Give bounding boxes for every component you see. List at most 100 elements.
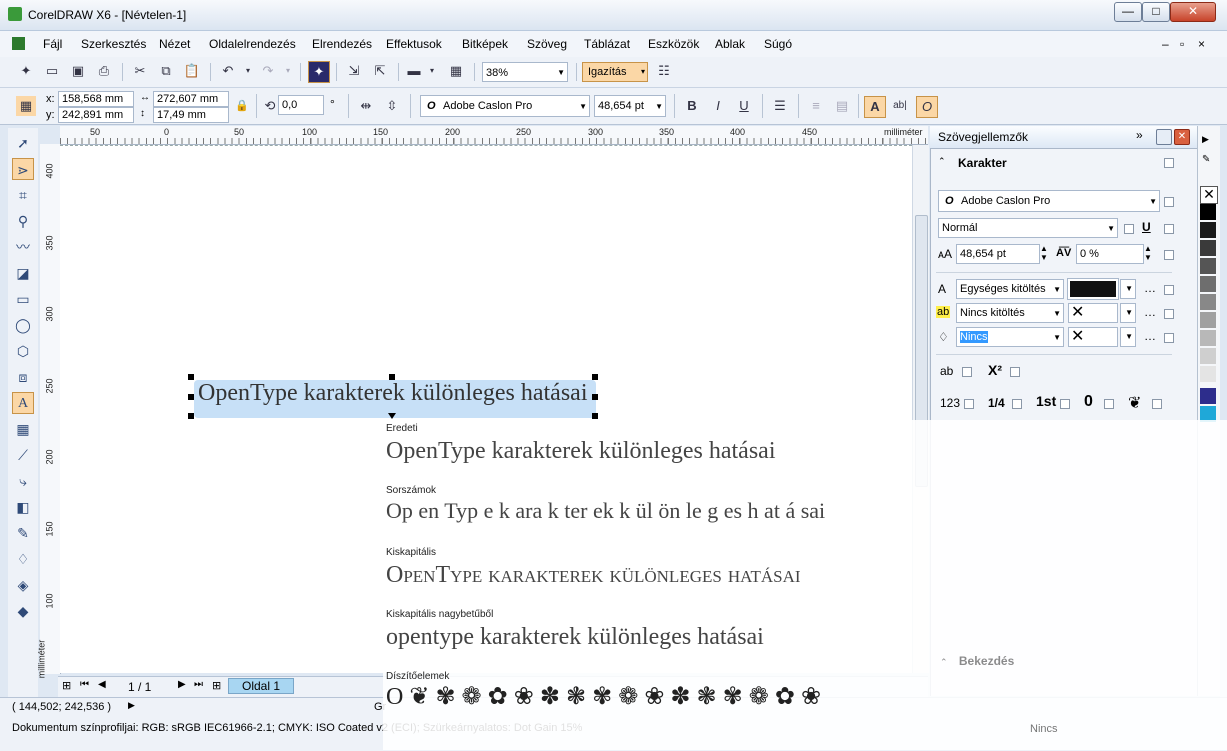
- smart-fill-icon[interactable]: ◪: [12, 262, 34, 284]
- coords-arrow-icon[interactable]: ▶: [128, 700, 135, 711]
- mirror-horizontal-icon[interactable]: ⇹: [356, 96, 376, 116]
- new-document-icon[interactable]: ✦: [16, 61, 36, 81]
- selection-handle[interactable]: [188, 394, 194, 400]
- spinner-icon[interactable]: ▲ ▼: [1144, 244, 1152, 262]
- eyedropper-tool-icon[interactable]: ✎: [12, 522, 34, 544]
- ellipse-tool-icon[interactable]: ◯: [12, 314, 34, 336]
- italic-icon[interactable]: I: [708, 96, 728, 116]
- application-launcher-icon[interactable]: ▬: [404, 61, 424, 81]
- last-page-icon[interactable]: ⏭: [194, 679, 203, 690]
- horizontal-ruler[interactable]: 50 0 50 100 150 200 250 300 350 400 450 …: [60, 126, 928, 145]
- edit-text-icon[interactable]: ab|: [890, 96, 910, 116]
- menu-text[interactable]: Szöveg: [527, 37, 567, 51]
- numeral-style-button[interactable]: 123: [940, 396, 960, 410]
- ornaments-button[interactable]: ❦: [1128, 393, 1141, 413]
- crop-tool-icon[interactable]: ⌗: [12, 184, 34, 206]
- preview-text[interactable]: OpenType karakterek különleges hatásai: [386, 562, 801, 589]
- fractions-button[interactable]: 1/4: [988, 396, 1005, 410]
- doc-close-icon[interactable]: ×: [1198, 37, 1205, 51]
- zoom-tool-icon[interactable]: ⚲: [12, 210, 34, 232]
- rotation-angle-field[interactable]: 0,0: [278, 95, 324, 115]
- selection-handle[interactable]: [389, 374, 395, 380]
- undo-icon[interactable]: ↶: [218, 61, 238, 81]
- connector-tool-icon[interactable]: ⤷: [12, 470, 34, 492]
- menu-help[interactable]: Súgó: [764, 37, 792, 51]
- slashed-zero-button[interactable]: 0: [1084, 393, 1093, 411]
- eyedropper-icon[interactable]: ✎: [1202, 154, 1210, 165]
- text-alignment-icon[interactable]: ☰: [770, 96, 790, 116]
- redo-dropdown-icon[interactable]: ▾: [278, 61, 298, 81]
- freehand-tool-icon[interactable]: 〰: [12, 236, 34, 258]
- first-page-icon[interactable]: ⏮: [80, 679, 89, 690]
- prev-page-icon[interactable]: ◀: [98, 679, 106, 690]
- paragraph-section-header[interactable]: ⌃ Bekezdés: [940, 654, 1014, 668]
- preview-text[interactable]: O ❦ ✾ ❁ ✿ ❀ ✽ ❃ ✾ ❁ ❀ ✽ ❃ ✾ ❁ ✿ ❀: [386, 682, 821, 711]
- menu-file[interactable]: Fájl: [43, 37, 62, 51]
- print-icon[interactable]: ⎙: [94, 61, 114, 81]
- color-swatch[interactable]: [1200, 294, 1216, 310]
- menu-effects[interactable]: Effektusok: [386, 37, 442, 51]
- options-icon[interactable]: ☷: [654, 61, 674, 81]
- selection-handle[interactable]: [592, 374, 598, 380]
- interactive-fill-icon[interactable]: ◆: [12, 600, 34, 622]
- search-content-icon[interactable]: ✦: [308, 61, 330, 83]
- blend-tool-icon[interactable]: ◧: [12, 496, 34, 518]
- selection-handle[interactable]: [592, 394, 598, 400]
- section-expand-icon[interactable]: ⌃: [938, 156, 946, 167]
- text-properties-icon[interactable]: A: [864, 96, 886, 118]
- color-swatch[interactable]: [1200, 204, 1216, 220]
- height-field[interactable]: 17,49 mm: [153, 107, 229, 123]
- menu-window[interactable]: Ablak: [715, 37, 745, 51]
- dimension-tool-icon[interactable]: ⟋: [12, 444, 34, 466]
- docker-close-button[interactable]: ✕: [1174, 129, 1190, 145]
- opentype-indicator-icon[interactable]: [388, 413, 396, 419]
- case-button[interactable]: ab: [940, 364, 953, 378]
- menu-table[interactable]: Táblázat: [584, 37, 630, 51]
- selection-handle[interactable]: [188, 413, 194, 419]
- menu-view[interactable]: Nézet: [159, 37, 190, 51]
- copy-icon[interactable]: ⧉: [156, 61, 176, 81]
- pick-tool-icon[interactable]: ➚: [12, 132, 34, 154]
- import-icon[interactable]: ⇲: [344, 61, 364, 81]
- section-title[interactable]: Karakter: [958, 156, 1007, 170]
- next-page-icon[interactable]: ▶: [178, 679, 186, 690]
- export-icon[interactable]: ⇱: [370, 61, 390, 81]
- menu-edit[interactable]: Szerkesztés: [81, 37, 146, 51]
- width-field[interactable]: 272,607 mm: [153, 91, 229, 107]
- fill-type-select[interactable]: Egységes kitöltés ▼: [956, 279, 1064, 299]
- menu-bitmaps[interactable]: Bitképek: [462, 37, 508, 51]
- drop-cap-icon[interactable]: ▤: [832, 96, 852, 116]
- no-outline-swatch[interactable]: ✕: [1068, 327, 1118, 347]
- font-family-select[interactable]: O Adobe Caslon Pro ▼: [420, 95, 590, 117]
- spinner-icon[interactable]: ▲ ▼: [1040, 244, 1048, 262]
- font-style-select[interactable]: Normál ▼: [938, 218, 1118, 238]
- superscript-button[interactable]: X²: [988, 362, 1002, 378]
- background-fill-select[interactable]: Nincs kitöltés ▼: [956, 303, 1064, 323]
- snap-to-dropdown[interactable]: Igazítás ▾: [582, 62, 648, 82]
- interactive-opentype-icon[interactable]: O: [916, 96, 938, 118]
- add-page-after-icon[interactable]: ⊞: [212, 679, 221, 692]
- color-swatch[interactable]: [1200, 258, 1216, 274]
- maximize-button[interactable]: □: [1142, 2, 1170, 22]
- more-options-icon[interactable]: …: [1144, 281, 1156, 295]
- more-options-icon[interactable]: …: [1144, 305, 1156, 319]
- polygon-tool-icon[interactable]: ⬡: [12, 340, 34, 362]
- table-tool-icon[interactable]: ▦: [12, 418, 34, 440]
- welcome-screen-icon[interactable]: ▦: [446, 61, 466, 81]
- tracking-field[interactable]: 0 %: [1076, 244, 1144, 264]
- minimize-button[interactable]: —: [1114, 2, 1142, 22]
- color-swatch[interactable]: [1200, 312, 1216, 328]
- color-swatch[interactable]: [1200, 240, 1216, 256]
- selection-handle[interactable]: [592, 413, 598, 419]
- menu-layout[interactable]: Oldalelrendezés: [209, 37, 296, 51]
- selection-handle[interactable]: [188, 374, 194, 380]
- mirror-vertical-icon[interactable]: ⇳: [382, 96, 402, 116]
- vertical-ruler[interactable]: 400 350 300 250 200 150 100 milliméter: [36, 144, 61, 678]
- fill-color-swatch[interactable]: [1067, 278, 1119, 300]
- shape-tool-icon[interactable]: ⋗: [12, 158, 34, 180]
- no-color-swatch[interactable]: ✕: [1200, 186, 1218, 204]
- color-swatch[interactable]: [1200, 348, 1216, 364]
- docker-font-select[interactable]: O Adobe Caslon Pro ▼: [938, 190, 1160, 212]
- page-tab[interactable]: Oldal 1: [228, 678, 294, 694]
- preview-text[interactable]: opentype karakterek különleges hatásai: [386, 624, 764, 651]
